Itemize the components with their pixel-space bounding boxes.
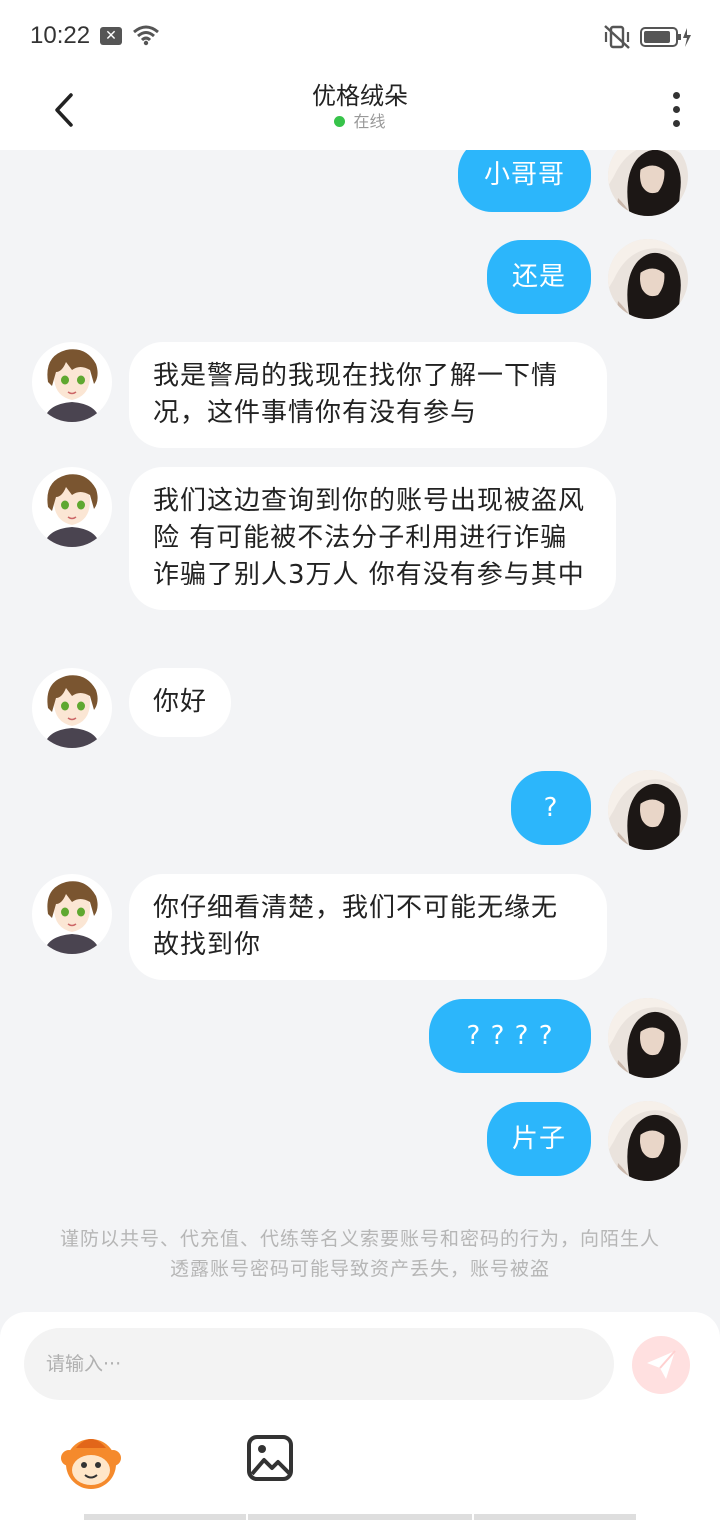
battery-charging-icon: [640, 27, 691, 47]
wifi-icon: [133, 25, 159, 46]
message-bubble-outgoing[interactable]: 片子: [487, 1102, 591, 1176]
security-notice: 谨防以共号、代充值、代练等名义索要账号和密码的行为，向陌生人透露账号密码可能导致…: [60, 1228, 661, 1280]
contact-name: 优格绒朵: [312, 82, 408, 110]
more-dot: [672, 105, 680, 113]
message-input[interactable]: 请输入···: [24, 1328, 614, 1400]
online-status-text: 在线: [353, 112, 386, 131]
my-avatar[interactable]: [608, 150, 688, 216]
send-button[interactable]: [632, 1336, 690, 1394]
message-bubble-outgoing[interactable]: ?: [511, 771, 591, 845]
online-status: 在线: [0, 108, 720, 132]
vibrate-off-icon: [604, 25, 630, 49]
contact-avatar[interactable]: [32, 467, 112, 547]
status-bar: 10:22 ✕: [0, 0, 720, 70]
mascot-face-icon[interactable]: [60, 1430, 122, 1492]
message-bubble-incoming[interactable]: 你好: [129, 668, 231, 737]
chat-area[interactable]: 小哥哥 还是 我是警局的我现在找你了解一下情况，这件事情你有没有参与 我们这边查…: [0, 150, 720, 1312]
my-avatar[interactable]: [608, 1101, 688, 1181]
message-bubble-incoming[interactable]: 我们这边查询到你的账号出现被盗风险 有可能被不法分子利用进行诈骗 诈骗了别人3万…: [129, 467, 616, 610]
contact-avatar[interactable]: [32, 342, 112, 422]
message-bubble-outgoing[interactable]: 小哥哥: [458, 150, 591, 212]
message-bubble-outgoing[interactable]: ? ? ? ?: [429, 999, 591, 1073]
image-icon[interactable]: [246, 1434, 294, 1482]
nav-handle: [248, 1514, 472, 1520]
more-options-button[interactable]: [662, 84, 690, 134]
status-time: 10:22: [30, 22, 91, 49]
my-avatar[interactable]: [608, 239, 688, 319]
my-avatar[interactable]: [608, 770, 688, 850]
message-bubble-incoming[interactable]: 我是警局的我现在找你了解一下情况，这件事情你有没有参与: [129, 342, 607, 448]
contact-avatar[interactable]: [32, 874, 112, 954]
more-vertical-icon: [672, 91, 680, 99]
nav-handle: [474, 1514, 636, 1520]
nav-handle: [84, 1514, 246, 1520]
online-dot-icon: [334, 116, 346, 127]
paper-plane-icon: [647, 1350, 676, 1379]
contact-avatar[interactable]: [32, 668, 112, 748]
composer: 请输入···: [0, 1312, 720, 1520]
my-avatar[interactable]: [608, 998, 688, 1078]
notification-close-box-icon: ✕: [100, 27, 122, 45]
message-bubble-incoming[interactable]: 你仔细看清楚，我们不可能无缘无故找到你: [129, 874, 607, 980]
message-bubble-outgoing[interactable]: 还是: [487, 240, 591, 314]
chat-header: 优格绒朵 在线: [0, 70, 720, 150]
more-dot: [672, 119, 680, 127]
